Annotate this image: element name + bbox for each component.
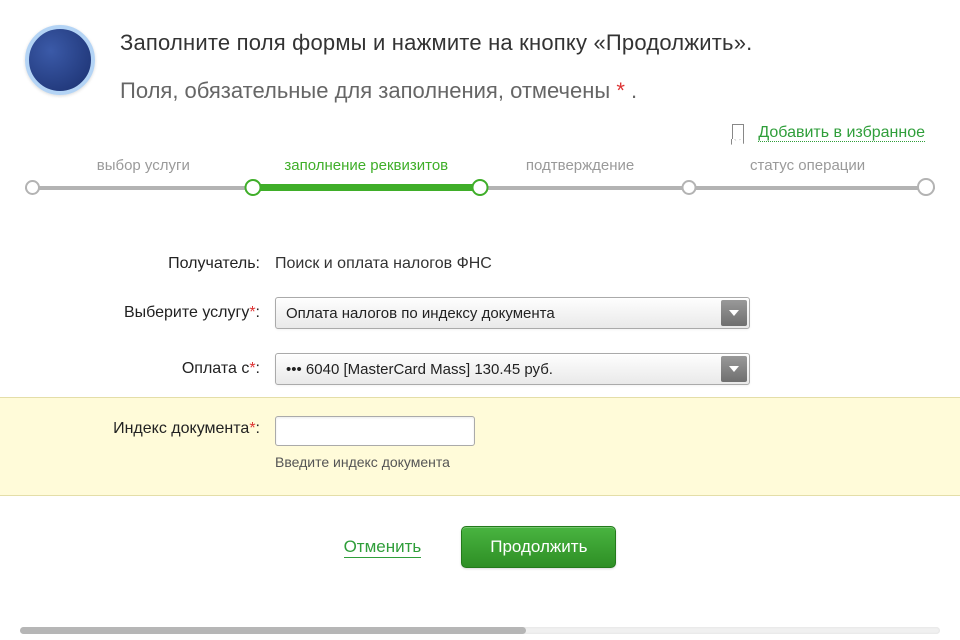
fns-logo (25, 25, 95, 95)
progress-bar: выбор услуги заполнение реквизитов подтв… (25, 162, 935, 198)
value-recipient: Поиск и оплата налогов ФНС (275, 255, 930, 273)
row-payfrom: Оплата с*: ••• 6040 [MasterCard Mass] 13… (0, 341, 960, 397)
label-service: Выберите услугу*: (30, 304, 275, 322)
horizontal-scrollbar[interactable] (20, 627, 940, 634)
step-node-1 (25, 180, 40, 195)
favorites-row: Добавить в избранное (0, 119, 960, 157)
row-docindex: Индекс документа*: Введите индекс докуме… (0, 397, 960, 496)
form: Получатель: Поиск и оплата налогов ФНС В… (0, 243, 960, 588)
actions: Отменить Продолжить (0, 526, 960, 568)
chevron-down-icon (721, 300, 747, 326)
step-node-3 (682, 180, 697, 195)
select-service[interactable]: Оплата налогов по индексу документа (275, 297, 750, 329)
logo-wrap (25, 25, 95, 95)
page-title: Заполните поля формы и нажмите на кнопку… (120, 30, 752, 56)
select-payfrom-value: ••• 6040 [MasterCard Mass] 130.45 руб. (286, 361, 553, 378)
step-label-4: статус операции (750, 157, 865, 174)
progress-fill (253, 184, 481, 191)
docindex-input[interactable] (275, 416, 475, 446)
label-docindex: Индекс документа*: (30, 416, 275, 438)
row-service: Выберите услугу*: Оплата налогов по инде… (0, 285, 960, 341)
required-asterisk: * (616, 78, 625, 103)
step-node-2a (244, 179, 261, 196)
step-label-1: выбор услуги (97, 157, 190, 174)
label-payfrom: Оплата с*: (30, 360, 275, 378)
step-node-2b (472, 179, 489, 196)
header: Заполните поля формы и нажмите на кнопку… (0, 0, 960, 119)
step-label-3: подтверждение (526, 157, 634, 174)
row-recipient: Получатель: Поиск и оплата налогов ФНС (0, 243, 960, 285)
step-node-4 (917, 178, 935, 196)
cancel-link[interactable]: Отменить (344, 537, 422, 558)
select-service-value: Оплата налогов по индексу документа (286, 305, 555, 322)
docindex-hint: Введите индекс документа (275, 454, 930, 470)
chevron-down-icon (721, 356, 747, 382)
step-label-2: заполнение реквизитов (284, 157, 448, 174)
label-recipient: Получатель: (30, 255, 275, 273)
titles: Заполните поля формы и нажмите на кнопку… (120, 25, 752, 104)
select-payfrom[interactable]: ••• 6040 [MasterCard Mass] 130.45 руб. (275, 353, 750, 385)
continue-button[interactable]: Продолжить (461, 526, 616, 568)
page-subtitle: Поля, обязательные для заполнения, отмеч… (120, 78, 752, 104)
scrollbar-thumb[interactable] (20, 627, 526, 634)
bookmark-icon (732, 124, 744, 139)
add-to-favorites-link[interactable]: Добавить в избранное (758, 124, 925, 142)
